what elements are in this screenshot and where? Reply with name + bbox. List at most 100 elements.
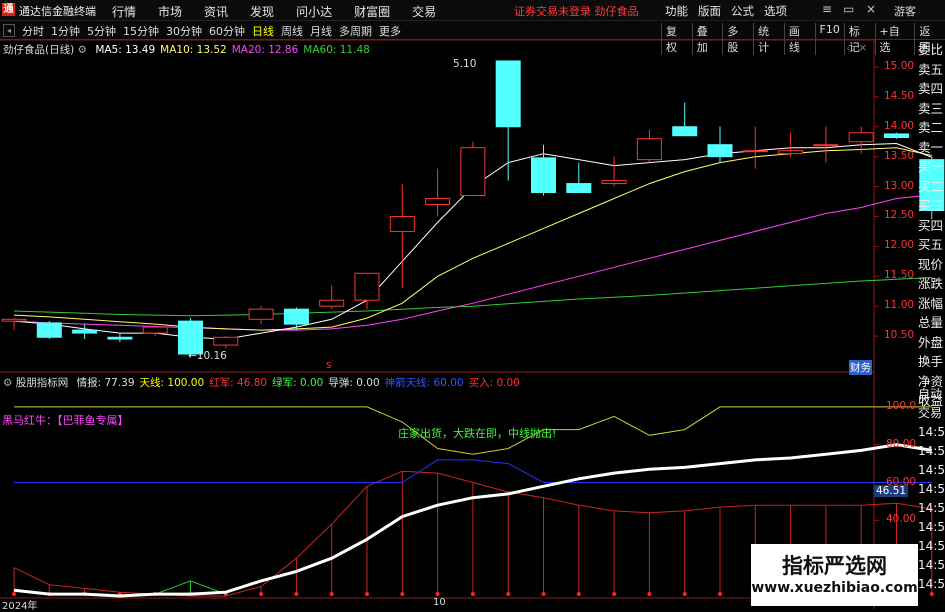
red-dot xyxy=(612,592,617,596)
red-dot xyxy=(12,592,16,596)
date-label-mid: 10 xyxy=(433,597,446,608)
main-info-line: 劲仔食品(日线) ⚙ MA5: 13.49 MA10: 13.52 MA20: 12… xyxy=(3,42,370,57)
price-tick-label: 14.50 xyxy=(884,89,915,102)
candle-body xyxy=(354,272,380,301)
tick-item: 14:56 xyxy=(918,520,945,534)
red-dot xyxy=(718,592,722,596)
candle-body xyxy=(672,126,698,137)
candle-body xyxy=(778,150,804,155)
candle-body xyxy=(425,198,451,205)
quote-field-label: 买三 xyxy=(918,198,944,213)
candle-body xyxy=(36,322,62,338)
red-dot xyxy=(541,592,546,596)
candle-body xyxy=(742,150,768,153)
quote-field-label: 买四 xyxy=(918,217,944,233)
settings-icon[interactable]: ⚙ xyxy=(78,44,87,56)
date-label-year: 2024年 xyxy=(2,601,38,612)
quote-field-label: 外盘 xyxy=(918,334,944,350)
candle-body xyxy=(566,183,592,194)
tick-item: 14:56 xyxy=(918,539,945,553)
quote-field-label: 卖五 xyxy=(918,61,944,77)
high-price-label: 5.10 xyxy=(453,58,477,70)
candle-body xyxy=(495,60,521,128)
red-dot xyxy=(294,592,299,596)
red-dot xyxy=(470,592,475,596)
signal-s-marker: s xyxy=(326,359,332,371)
quote-field-label: 涨跌 xyxy=(918,276,944,291)
quote-field-label: 涨幅 xyxy=(918,295,944,311)
candle-body xyxy=(1,318,27,322)
candle-body xyxy=(884,133,909,139)
price-tick-label: 14.00 xyxy=(884,119,915,132)
current-indicator-value: 46.51 xyxy=(874,485,909,497)
red-dot xyxy=(506,592,511,596)
indicator-value: 导弹: 0.00 xyxy=(328,377,380,389)
quote-field-label: 买二 xyxy=(918,178,944,194)
chart-controls[interactable]: ◇ × xyxy=(847,42,867,54)
tick-item: 14:56 xyxy=(918,425,945,439)
quote-field-label: 买一 xyxy=(918,159,944,174)
red-dot xyxy=(647,592,652,596)
red-dot xyxy=(365,592,369,596)
price-tick-label: 12.50 xyxy=(884,209,915,222)
red-dot xyxy=(329,592,334,596)
watermark: 指标严选网 www.xuezhibiao.com xyxy=(751,544,918,606)
warning-annotation: 庄家出货，大跌在即，中线抛出! xyxy=(398,427,557,440)
indicator-tick-label: 100.0 xyxy=(886,399,917,412)
price-tick-label: 15.00 xyxy=(884,59,915,72)
ma60-line xyxy=(13,277,932,317)
tick-item: 14:56 xyxy=(918,501,945,515)
finance-marker[interactable]: 财务 xyxy=(849,360,872,375)
ma-label: MA10: 13.52 xyxy=(160,44,227,56)
low-price-label: ←10.16 xyxy=(188,350,227,362)
candle-body xyxy=(107,336,133,340)
indicator-value: 情报: 77.39 xyxy=(76,377,135,389)
indicator-value: 神箭天线: 60.00 xyxy=(384,377,464,389)
tick-item: 14:56 xyxy=(918,444,945,458)
watermark-url: www.xuezhibiao.com xyxy=(751,580,918,596)
indicator-value: 买入: 0.00 xyxy=(468,377,520,389)
red-dot xyxy=(435,592,440,596)
price-tick-label: 13.50 xyxy=(884,149,915,162)
indicator-values: 情报: 77.39 天线: 100.00 红军: 46.80 绿军: 0.00 导弹: … xyxy=(72,377,520,389)
candle-body xyxy=(848,132,874,143)
quote-field-label: 现价 xyxy=(918,256,944,272)
candle-body xyxy=(531,157,556,194)
quote-field-label: 卖二 xyxy=(918,120,944,135)
candle-body xyxy=(72,329,98,334)
candle-body xyxy=(248,308,274,320)
candle-body xyxy=(636,138,662,161)
candle-body xyxy=(707,144,733,158)
ma20-line xyxy=(13,194,932,331)
price-tick-label: 11.00 xyxy=(884,299,915,312)
heima-label: 黑马红牛：【巴菲鱼专属】 xyxy=(2,414,129,427)
indicator-tick-label: 80.00 xyxy=(886,437,917,450)
watermark-title: 指标严选网 xyxy=(782,554,887,578)
candle-body xyxy=(213,336,239,346)
indicator-value: 天线: 100.00 xyxy=(139,377,205,389)
tick-item: 交易 xyxy=(918,406,943,420)
price-tick-label: 11.50 xyxy=(884,269,915,282)
red-dot xyxy=(682,592,687,596)
red-dot xyxy=(259,592,264,596)
quote-field-label: 买五 xyxy=(918,237,944,252)
price-tick-label: 13.00 xyxy=(884,179,915,192)
settings-icon[interactable]: ⚙ xyxy=(3,377,12,389)
chart-canvas[interactable] xyxy=(0,0,945,609)
indicator-value: 红军: 46.80 xyxy=(209,377,268,389)
quote-field-label: 委比 xyxy=(918,42,944,57)
tick-item: 14:56 xyxy=(918,577,945,591)
candle-body xyxy=(142,326,168,334)
stock-title: 劲仔食品(日线) xyxy=(3,44,75,56)
quote-field-label: 卖一 xyxy=(918,139,944,155)
price-tick-label: 12.00 xyxy=(884,239,915,252)
candle-body xyxy=(601,180,627,185)
tick-item: 14:56 xyxy=(918,558,945,572)
ma-label: MA20: 12.86 xyxy=(231,44,299,56)
ma-label: MA5: 13.49 xyxy=(95,44,156,56)
indicator-value: 绿军: 0.00 xyxy=(272,377,324,389)
red-dot xyxy=(576,592,581,596)
candle-body xyxy=(460,147,486,197)
ma-labels: MA5: 13.49 MA10: 13.52 MA20: 12.86 MA60: 11… xyxy=(90,44,370,56)
tick-item: 14:56 xyxy=(918,463,945,477)
